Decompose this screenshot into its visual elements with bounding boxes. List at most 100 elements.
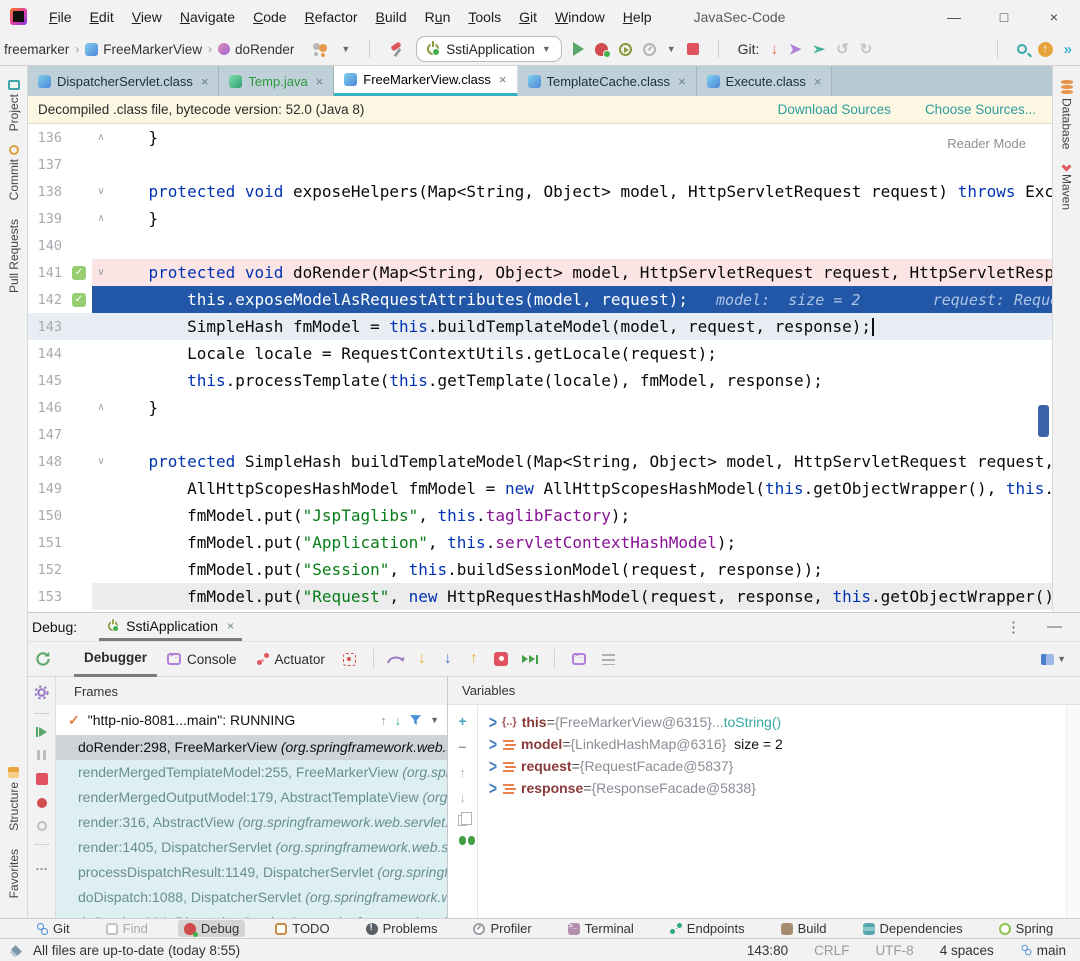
- restore-layout-button[interactable]: ▼: [1041, 654, 1066, 665]
- expand-chevron-icon[interactable]: >: [486, 756, 500, 777]
- profiler-button[interactable]: [643, 43, 656, 56]
- users-chevron-down-icon[interactable]: ▼: [341, 44, 350, 54]
- menu-refactor[interactable]: Refactor: [297, 6, 366, 28]
- close-icon[interactable]: ×: [814, 74, 822, 89]
- minimize-button[interactable]: —: [944, 9, 964, 25]
- frame-row[interactable]: render:316, AbstractView (org.springfram…: [56, 810, 447, 835]
- menu-build[interactable]: Build: [368, 6, 415, 28]
- duplicate-icon[interactable]: [458, 815, 467, 826]
- fold-marker-icon[interactable]: ∧: [92, 402, 110, 413]
- stripe-item-commit[interactable]: Commit: [0, 145, 28, 200]
- code-with-me-icon[interactable]: »: [1064, 41, 1070, 58]
- stripe-item-pull-requests[interactable]: Pull Requests: [0, 215, 28, 293]
- rerun-icon[interactable]: [34, 650, 52, 668]
- menu-help[interactable]: Help: [615, 6, 660, 28]
- debug-tab-actuator[interactable]: Actuator: [247, 641, 335, 677]
- move-up-icon[interactable]: ↑: [459, 765, 466, 780]
- code-editor[interactable]: Reader Mode 136∧ }137138∨ protected void…: [28, 124, 1052, 612]
- expand-chevron-icon[interactable]: >: [486, 778, 500, 799]
- tab-temp-java[interactable]: Temp.java×: [219, 66, 334, 96]
- coverage-button[interactable]: [619, 43, 632, 56]
- tool-button-build[interactable]: Build: [775, 920, 833, 937]
- tool-button-dependencies[interactable]: Dependencies: [857, 920, 969, 937]
- skip-to-breakpoint-icon[interactable]: [522, 655, 538, 664]
- stripe-item-favorites[interactable]: Favorites: [7, 845, 21, 898]
- thread-selector[interactable]: ✓ "http-nio-8081...main": RUNNING ↑ ↓ ▼: [56, 705, 447, 735]
- frame-row[interactable]: renderMergedOutputModel:179, AbstractTem…: [56, 785, 447, 810]
- line-ending[interactable]: CRLF: [814, 943, 849, 958]
- menu-tools[interactable]: Tools: [460, 6, 509, 28]
- tool-button-git[interactable]: Git: [30, 920, 76, 937]
- menu-edit[interactable]: Edit: [82, 6, 122, 28]
- build-hammer-icon[interactable]: [389, 41, 405, 57]
- scrollbar-thumb[interactable]: [1038, 405, 1049, 437]
- show-watches-icon[interactable]: [459, 836, 466, 845]
- kebab-menu-icon[interactable]: ⋮: [1006, 618, 1021, 636]
- layout-settings-icon[interactable]: [602, 654, 615, 665]
- stop-icon[interactable]: [36, 773, 48, 785]
- close-icon[interactable]: ×: [227, 619, 234, 633]
- indent-setting[interactable]: 4 spaces: [940, 943, 994, 958]
- step-out-icon[interactable]: ↑: [461, 650, 487, 668]
- hide-panel-icon[interactable]: —: [1047, 618, 1062, 636]
- debug-button[interactable]: [595, 43, 608, 56]
- step-into-icon[interactable]: ↓: [409, 650, 435, 668]
- menu-navigate[interactable]: Navigate: [172, 6, 243, 28]
- frame-row[interactable]: processDispatchResult:1149, DispatcherSe…: [56, 860, 447, 885]
- tostring-link[interactable]: toString(): [724, 714, 782, 730]
- stop-button[interactable]: [687, 43, 699, 55]
- menu-run[interactable]: Run: [417, 6, 459, 28]
- commit-arrow-icon[interactable]: ➣: [813, 43, 826, 56]
- expand-chevron-icon[interactable]: >: [486, 712, 500, 733]
- tab-templatecache-class[interactable]: TemplateCache.class×: [518, 66, 697, 96]
- run-config-selector[interactable]: SstiApplication ▼: [416, 36, 561, 62]
- tab-dispatcherservlet-class[interactable]: DispatcherServlet.class×: [28, 66, 219, 96]
- variables-scrollbar[interactable]: [1066, 705, 1080, 919]
- line-check-icon[interactable]: ✓: [72, 293, 86, 307]
- prev-frame-icon[interactable]: ↑: [380, 713, 387, 728]
- line-check-icon[interactable]: ✓: [72, 266, 86, 280]
- search-icon[interactable]: [1017, 44, 1027, 54]
- evaluate-expression-icon[interactable]: [572, 653, 586, 665]
- tool-button-profiler[interactable]: Profiler: [467, 920, 537, 937]
- frame-row[interactable]: renderMergedTemplateModel:255, FreeMarke…: [56, 760, 447, 785]
- add-watch-icon[interactable]: +: [458, 713, 466, 729]
- variable-row-response[interactable]: >response = {ResponseFacade@5838}: [478, 777, 1066, 799]
- view-breakpoints-icon[interactable]: [37, 798, 47, 808]
- fold-marker-icon[interactable]: ∧: [92, 213, 110, 224]
- breadcrumb-item-freemarker[interactable]: freemarker: [4, 42, 69, 57]
- tool-button-endpoints[interactable]: Endpoints: [664, 920, 751, 937]
- variable-row-request[interactable]: >request = {RequestFacade@5837}: [478, 755, 1066, 777]
- push-icon[interactable]: ➤: [789, 43, 802, 56]
- fold-marker-icon[interactable]: ∨: [92, 267, 110, 278]
- variable-row-model[interactable]: >model = {LinkedHashMap@6316} size = 2: [478, 733, 1066, 755]
- next-frame-icon[interactable]: ↓: [395, 713, 402, 728]
- link-download-sources[interactable]: Download Sources: [778, 102, 891, 117]
- variable-row-this[interactable]: >{..}this = {FreeMarkerView@6315} ... to…: [478, 711, 1066, 733]
- chevron-down-icon[interactable]: ▼: [430, 715, 439, 725]
- history-icon[interactable]: ↺: [836, 43, 849, 56]
- tool-button-todo[interactable]: TODO: [269, 920, 335, 937]
- profiler-chevron-down-icon[interactable]: ▼: [667, 44, 676, 54]
- fold-marker-icon[interactable]: ∨: [92, 456, 110, 467]
- debug-tab-console[interactable]: Console: [157, 641, 247, 677]
- menu-window[interactable]: Window: [547, 6, 613, 28]
- maximize-button[interactable]: □: [994, 9, 1014, 25]
- fold-marker-icon[interactable]: ∨: [92, 186, 110, 197]
- tool-button-find[interactable]: Find: [100, 920, 154, 937]
- frame-row[interactable]: doRender:298, FreeMarkerView (org.spring…: [56, 735, 447, 760]
- frame-row[interactable]: render:1405, DispatcherServlet (org.spri…: [56, 835, 447, 860]
- menu-code[interactable]: Code: [245, 6, 294, 28]
- tool-button-debug[interactable]: Debug: [178, 920, 245, 937]
- stripe-item-database[interactable]: Database: [1060, 80, 1074, 149]
- tool-button-spring[interactable]: Spring: [993, 920, 1060, 937]
- filter-funnel-icon[interactable]: [409, 714, 422, 727]
- debug-tab-debugger[interactable]: Debugger: [74, 641, 157, 677]
- run-button[interactable]: [573, 42, 584, 56]
- menu-file[interactable]: File: [41, 6, 80, 28]
- tab-freemarkerview-class[interactable]: FreeMarkerView.class×: [334, 66, 517, 96]
- mute-breakpoints-icon[interactable]: [343, 653, 356, 666]
- frame-row[interactable]: doDispatch:1088, DispatcherServlet (org.…: [56, 885, 447, 910]
- mute-breakpoints-toggle-icon[interactable]: [37, 821, 47, 831]
- menu-view[interactable]: View: [124, 6, 170, 28]
